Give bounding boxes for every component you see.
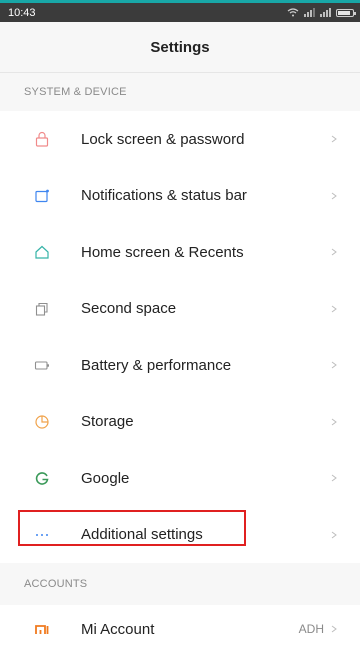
storage-icon bbox=[33, 413, 51, 431]
settings-item-additional-settings[interactable]: Additional settings bbox=[0, 507, 360, 564]
google-icon bbox=[33, 469, 51, 487]
item-label: Lock screen & password bbox=[81, 130, 245, 148]
settings-item-mi-account[interactable]: Mi Account ADH bbox=[0, 605, 360, 653]
settings-item-lock-screen[interactable]: Lock screen & password bbox=[0, 111, 360, 168]
page-title-text: Settings bbox=[150, 38, 210, 56]
page-title: Settings bbox=[0, 22, 360, 73]
item-label: Storage bbox=[81, 413, 134, 431]
chevron-right-icon bbox=[331, 625, 337, 633]
second-space-icon bbox=[33, 300, 51, 318]
lock-icon bbox=[33, 130, 51, 148]
status-bar: 10:43 bbox=[0, 0, 360, 22]
settings-item-battery[interactable]: Battery & performance bbox=[0, 337, 360, 394]
mi-logo-icon bbox=[33, 620, 51, 638]
accounts-list: Mi Account ADH bbox=[0, 605, 360, 653]
section-title-accounts: ACCOUNTS bbox=[24, 578, 88, 590]
chevron-right-icon bbox=[331, 418, 337, 426]
chevron-right-icon bbox=[331, 531, 337, 539]
system-settings-list: Lock screen & password Notifications & s… bbox=[0, 111, 360, 563]
battery-icon bbox=[33, 356, 51, 374]
mi-account-value: ADH bbox=[298, 622, 324, 636]
chevron-right-icon bbox=[331, 361, 337, 369]
item-label: Home screen & Recents bbox=[81, 243, 244, 261]
chevron-right-icon bbox=[331, 474, 337, 482]
item-label: Second space bbox=[81, 300, 177, 318]
more-dots-icon bbox=[33, 526, 51, 544]
signal-icon-1 bbox=[304, 8, 315, 17]
status-icons bbox=[287, 8, 356, 17]
home-icon bbox=[33, 243, 51, 261]
chevron-right-icon bbox=[331, 192, 337, 200]
settings-item-notifications[interactable]: Notifications & status bar bbox=[0, 168, 360, 225]
notifications-icon bbox=[33, 187, 51, 205]
item-label: Mi Account bbox=[81, 620, 155, 638]
settings-item-second-space[interactable]: Second space bbox=[0, 281, 360, 338]
chevron-right-icon bbox=[331, 305, 337, 313]
signal-icon-2 bbox=[320, 8, 331, 17]
chevron-right-icon bbox=[331, 248, 337, 256]
item-label: Notifications & status bar bbox=[81, 187, 247, 205]
settings-item-home-screen[interactable]: Home screen & Recents bbox=[0, 224, 360, 281]
section-header-system: SYSTEM & DEVICE bbox=[0, 73, 360, 111]
item-label: Google bbox=[81, 469, 130, 487]
wifi-icon bbox=[287, 8, 299, 17]
status-time: 10:43 bbox=[8, 6, 36, 19]
item-label: Additional settings bbox=[81, 526, 203, 544]
battery-status-icon bbox=[336, 8, 356, 17]
settings-item-storage[interactable]: Storage bbox=[0, 394, 360, 451]
section-title-system: SYSTEM & DEVICE bbox=[24, 86, 127, 98]
settings-item-google[interactable]: Google bbox=[0, 450, 360, 507]
item-label: Battery & performance bbox=[81, 356, 232, 374]
chevron-right-icon bbox=[331, 135, 337, 143]
section-header-accounts: ACCOUNTS bbox=[0, 563, 360, 605]
